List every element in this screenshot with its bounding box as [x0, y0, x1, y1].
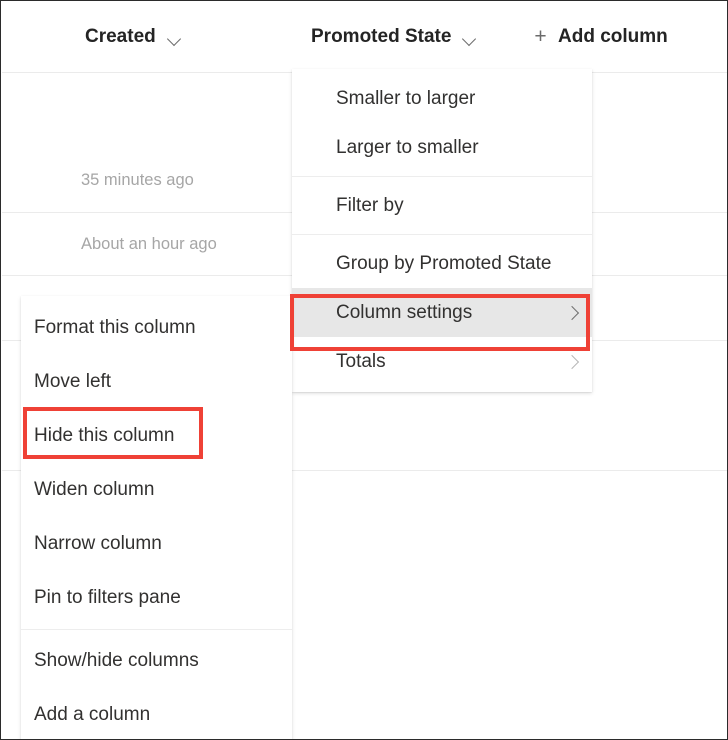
screenshot-page: Created Promoted State + Add column 35 m…: [0, 0, 728, 740]
menu-item-hide-this-column[interactable]: Hide this column: [21, 409, 292, 463]
menu-item-pin-to-filters-pane[interactable]: Pin to filters pane: [21, 571, 292, 625]
menu-item-widen-column[interactable]: Widen column: [21, 463, 292, 517]
menu-item-move-left[interactable]: Move left: [21, 355, 292, 409]
menu-item-label: Totals: [336, 350, 386, 372]
menu-item-add-a-column[interactable]: Add a column: [21, 688, 292, 739]
menu-item-label: Column settings: [336, 301, 473, 323]
menu-item-format-this-column[interactable]: Format this column: [21, 301, 292, 355]
cell-created-value: About an hour ago: [81, 235, 217, 253]
chevron-down-icon[interactable]: [463, 34, 476, 42]
menu-item-narrow-column[interactable]: Narrow column: [21, 517, 292, 571]
menu-item-label: Move left: [34, 371, 112, 392]
column-header-created[interactable]: Created: [85, 26, 181, 48]
menu-item-label: Group by Promoted State: [336, 252, 552, 274]
menu-item-label: Larger to smaller: [336, 136, 479, 158]
menu-item-totals[interactable]: Totals: [292, 337, 592, 386]
menu-item-label: Format this column: [34, 317, 196, 338]
column-context-menu: Smaller to larger Larger to smaller Filt…: [292, 69, 592, 392]
add-column-label: Add column: [558, 26, 668, 47]
menu-item-label: Smaller to larger: [336, 87, 476, 109]
chevron-right-icon: [567, 307, 578, 318]
menu-separator: [21, 629, 292, 630]
menu-item-label: Pin to filters pane: [34, 587, 181, 608]
menu-item-smaller-to-larger[interactable]: Smaller to larger: [292, 74, 592, 123]
column-settings-submenu: Format this column Move left Hide this c…: [21, 296, 292, 739]
cell-created-value: 35 minutes ago: [81, 171, 194, 189]
menu-item-label: Add a column: [34, 704, 151, 725]
menu-item-filter-by[interactable]: Filter by: [292, 181, 592, 230]
column-header-promoted-state[interactable]: Promoted State: [311, 26, 476, 48]
menu-item-group-by-promoted-state[interactable]: Group by Promoted State: [292, 239, 592, 288]
menu-item-label: Filter by: [336, 194, 404, 216]
chevron-down-icon[interactable]: [168, 34, 181, 42]
menu-item-label: Widen column: [34, 479, 155, 500]
menu-item-label: Show/hide columns: [34, 650, 199, 671]
column-header-created-label: Created: [85, 26, 156, 47]
menu-item-label: Hide this column: [34, 425, 175, 446]
column-header-promoted-state-label: Promoted State: [311, 26, 452, 47]
menu-separator: [292, 234, 592, 235]
menu-item-larger-to-smaller[interactable]: Larger to smaller: [292, 123, 592, 172]
menu-item-label: Narrow column: [34, 533, 162, 554]
add-column-button[interactable]: + Add column: [533, 24, 668, 48]
plus-icon: +: [534, 24, 547, 48]
list-header-row: Created Promoted State + Add column: [2, 2, 727, 73]
chevron-right-icon: [567, 356, 578, 367]
menu-item-show-hide-columns[interactable]: Show/hide columns: [21, 634, 292, 688]
menu-item-column-settings[interactable]: Column settings: [292, 288, 592, 337]
menu-separator: [292, 176, 592, 177]
